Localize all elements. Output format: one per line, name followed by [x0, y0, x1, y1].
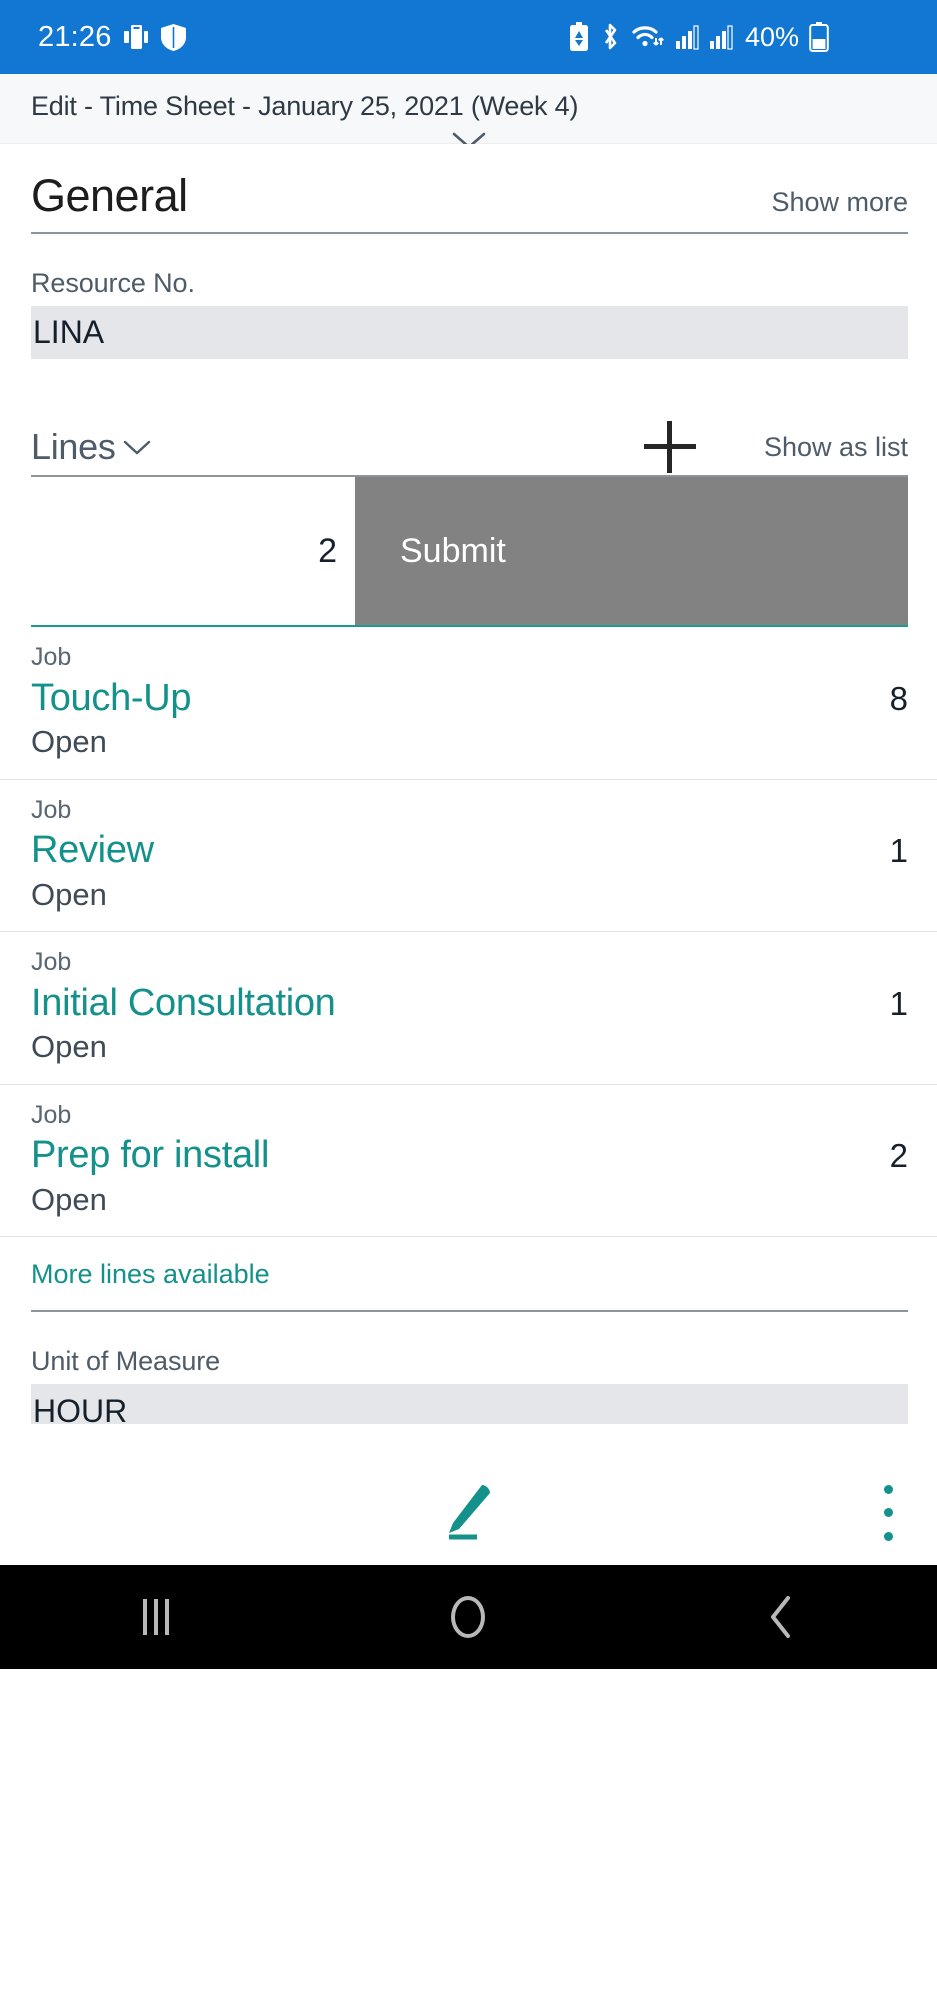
signal-sim2-icon	[709, 25, 733, 50]
dot	[883, 1484, 893, 1494]
resource-no-label: Resource No.	[31, 268, 195, 298]
row-quantity: 8	[889, 679, 908, 717]
chevron-down-icon[interactable]	[122, 438, 152, 456]
dot	[883, 1531, 893, 1541]
unit-of-measure-label: Unit of Measure	[31, 1346, 221, 1377]
row-quantity: 2	[889, 1137, 908, 1175]
row-quantity: 1	[889, 984, 908, 1022]
resource-no-field: Resource No. LINA	[0, 234, 937, 359]
page-header: Edit - Time Sheet - January 25, 2021 (We…	[0, 74, 937, 149]
home-icon[interactable]	[408, 1565, 528, 1669]
bar	[154, 1599, 159, 1635]
pencil-icon[interactable]	[437, 1481, 501, 1545]
plus-icon[interactable]	[643, 421, 696, 473]
signal-sim1-icon	[675, 25, 699, 50]
swipe-row-quantity: 2	[31, 477, 355, 625]
row-job-link[interactable]: Initial Consultation	[31, 980, 336, 1028]
show-more-link[interactable]: Show more	[771, 187, 908, 218]
row-status: Open	[31, 876, 107, 912]
bar	[143, 1599, 148, 1635]
shield-icon	[160, 23, 186, 51]
more-lines-link[interactable]: More lines available	[0, 1237, 937, 1310]
table-row[interactable]: Job Prep for install 2 Open	[0, 1085, 937, 1238]
row-quantity: 1	[889, 832, 908, 870]
show-as-list-link[interactable]: Show as list	[764, 432, 908, 463]
bar	[165, 1599, 170, 1635]
form-content: General Show more Resource No. LINA Line…	[0, 144, 937, 1459]
row-status: Open	[31, 1181, 107, 1217]
unit-of-measure-input[interactable]: HOUR	[31, 1384, 908, 1425]
bottom-action-bar	[0, 1459, 937, 1565]
status-bar-right: 40%	[569, 22, 829, 52]
recents-glyph	[143, 1599, 170, 1635]
back-glyph	[770, 1596, 790, 1638]
row-job-link[interactable]: Review	[31, 827, 154, 875]
battery-percent-label: 40%	[744, 21, 799, 52]
unit-of-measure-field: Unit of Measure HOUR	[0, 1312, 937, 1425]
row-main: Prep for install 2	[31, 1132, 908, 1180]
table-row[interactable]: Job Initial Consultation 1 Open	[0, 932, 937, 1085]
row-job-link[interactable]: Touch-Up	[31, 675, 192, 723]
home-glyph	[451, 1596, 486, 1638]
dot	[883, 1508, 893, 1517]
table-row[interactable]: Job Touch-Up 8 Open	[0, 627, 937, 780]
battery-saver-icon	[569, 22, 588, 51]
general-section-header: General Show more	[0, 144, 937, 222]
row-status: Open	[31, 1029, 107, 1065]
row-main: Review 1	[31, 827, 908, 875]
resource-no-input[interactable]: LINA	[31, 306, 908, 359]
row-label: Job	[31, 1100, 72, 1129]
status-clock: 21:26	[38, 20, 112, 53]
lines-section-header: Lines Show as list	[0, 419, 937, 475]
lines-title-label: Lines	[31, 426, 116, 467]
section-title-general: General	[31, 170, 188, 221]
row-label: Job	[31, 643, 72, 671]
row-main: Initial Consultation 1	[31, 980, 908, 1028]
recents-icon[interactable]	[96, 1565, 216, 1669]
row-status: Open	[31, 724, 107, 760]
status-bar-left: 21:26	[38, 20, 187, 53]
status-bar: 21:26 40%	[0, 0, 937, 74]
android-nav-bar	[0, 1565, 937, 1669]
lines-title[interactable]: Lines	[31, 426, 152, 468]
page-title: Edit - Time Sheet - January 25, 2021 (We…	[31, 91, 579, 121]
screen-cast-icon	[123, 25, 148, 49]
wifi-icon	[632, 26, 664, 47]
bluetooth-icon	[604, 23, 617, 50]
row-main: Touch-Up 8	[31, 675, 908, 723]
swipe-action-row[interactable]: 2 Submit	[31, 477, 908, 627]
row-job-link[interactable]: Prep for install	[31, 1132, 269, 1180]
more-vertical-icon[interactable]	[881, 1484, 895, 1541]
table-row[interactable]: Job Review 1 Open	[0, 780, 937, 933]
back-icon[interactable]	[721, 1565, 841, 1669]
row-label: Job	[31, 948, 72, 977]
row-label: Job	[31, 795, 72, 824]
battery-icon	[809, 22, 829, 52]
submit-button[interactable]: Submit	[355, 477, 908, 625]
